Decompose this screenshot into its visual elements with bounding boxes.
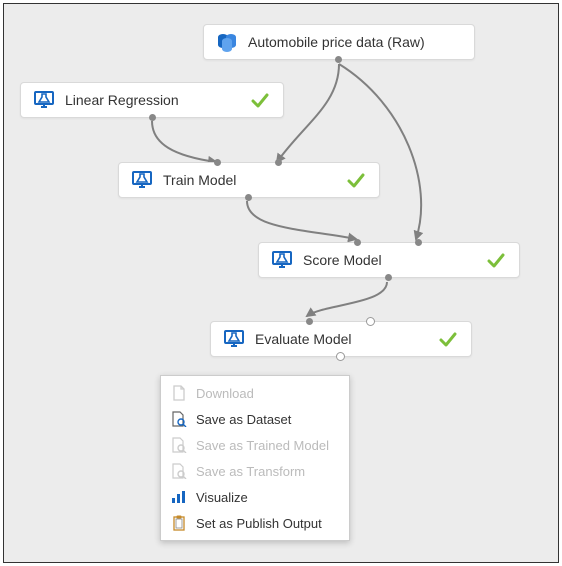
context-menu: Download Save as Dataset Save as Trained…: [160, 375, 350, 541]
menu-save-as-dataset[interactable]: Save as Dataset: [161, 406, 349, 432]
node-evaluate-model[interactable]: Evaluate Model: [210, 321, 472, 357]
node-score-model[interactable]: Score Model: [258, 242, 520, 278]
output-port[interactable]: [385, 274, 392, 281]
input-port[interactable]: [354, 239, 361, 246]
check-icon: [485, 249, 507, 271]
node-score-label: Score Model: [303, 252, 382, 268]
clipboard-icon: [171, 515, 187, 531]
node-train-label: Train Model: [163, 172, 236, 188]
menu-save-as-trained-model: Save as Trained Model: [161, 432, 349, 458]
output-port[interactable]: [149, 114, 156, 121]
menu-visualize[interactable]: Visualize: [161, 484, 349, 510]
document-search-icon: [171, 463, 187, 479]
check-icon: [345, 169, 367, 191]
check-icon: [437, 328, 459, 350]
node-train-model[interactable]: Train Model: [118, 162, 380, 198]
experiment-icon: [131, 169, 153, 191]
output-port[interactable]: [245, 194, 252, 201]
input-port[interactable]: [275, 159, 282, 166]
node-dataset-label: Automobile price data (Raw): [248, 34, 425, 50]
dataset-icon: [216, 31, 238, 53]
menu-set-as-publish-output[interactable]: Set as Publish Output: [161, 510, 349, 536]
menu-save-transform-label: Save as Transform: [196, 464, 305, 479]
input-port-open[interactable]: [366, 317, 375, 326]
output-port[interactable]: [335, 56, 342, 63]
node-dataset[interactable]: Automobile price data (Raw): [203, 24, 475, 60]
document-icon: [171, 385, 187, 401]
menu-save-as-transform: Save as Transform: [161, 458, 349, 484]
menu-save-dataset-label: Save as Dataset: [196, 412, 291, 427]
check-icon: [249, 89, 271, 111]
document-search-icon: [171, 437, 187, 453]
node-linreg-label: Linear Regression: [65, 92, 179, 108]
document-search-icon: [171, 411, 187, 427]
node-evaluate-label: Evaluate Model: [255, 331, 352, 347]
output-port-open[interactable]: [336, 352, 345, 361]
canvas[interactable]: Automobile price data (Raw) Linear Regre…: [3, 3, 559, 563]
barchart-icon: [171, 489, 187, 505]
menu-save-trained-model-label: Save as Trained Model: [196, 438, 329, 453]
menu-visualize-label: Visualize: [196, 490, 248, 505]
experiment-icon: [33, 89, 55, 111]
menu-download-label: Download: [196, 386, 254, 401]
input-port[interactable]: [415, 239, 422, 246]
experiment-icon: [271, 249, 293, 271]
experiment-icon: [223, 328, 245, 350]
input-port[interactable]: [214, 159, 221, 166]
node-linear-regression[interactable]: Linear Regression: [20, 82, 284, 118]
menu-download: Download: [161, 380, 349, 406]
menu-publish-output-label: Set as Publish Output: [196, 516, 322, 531]
input-port[interactable]: [306, 318, 313, 325]
